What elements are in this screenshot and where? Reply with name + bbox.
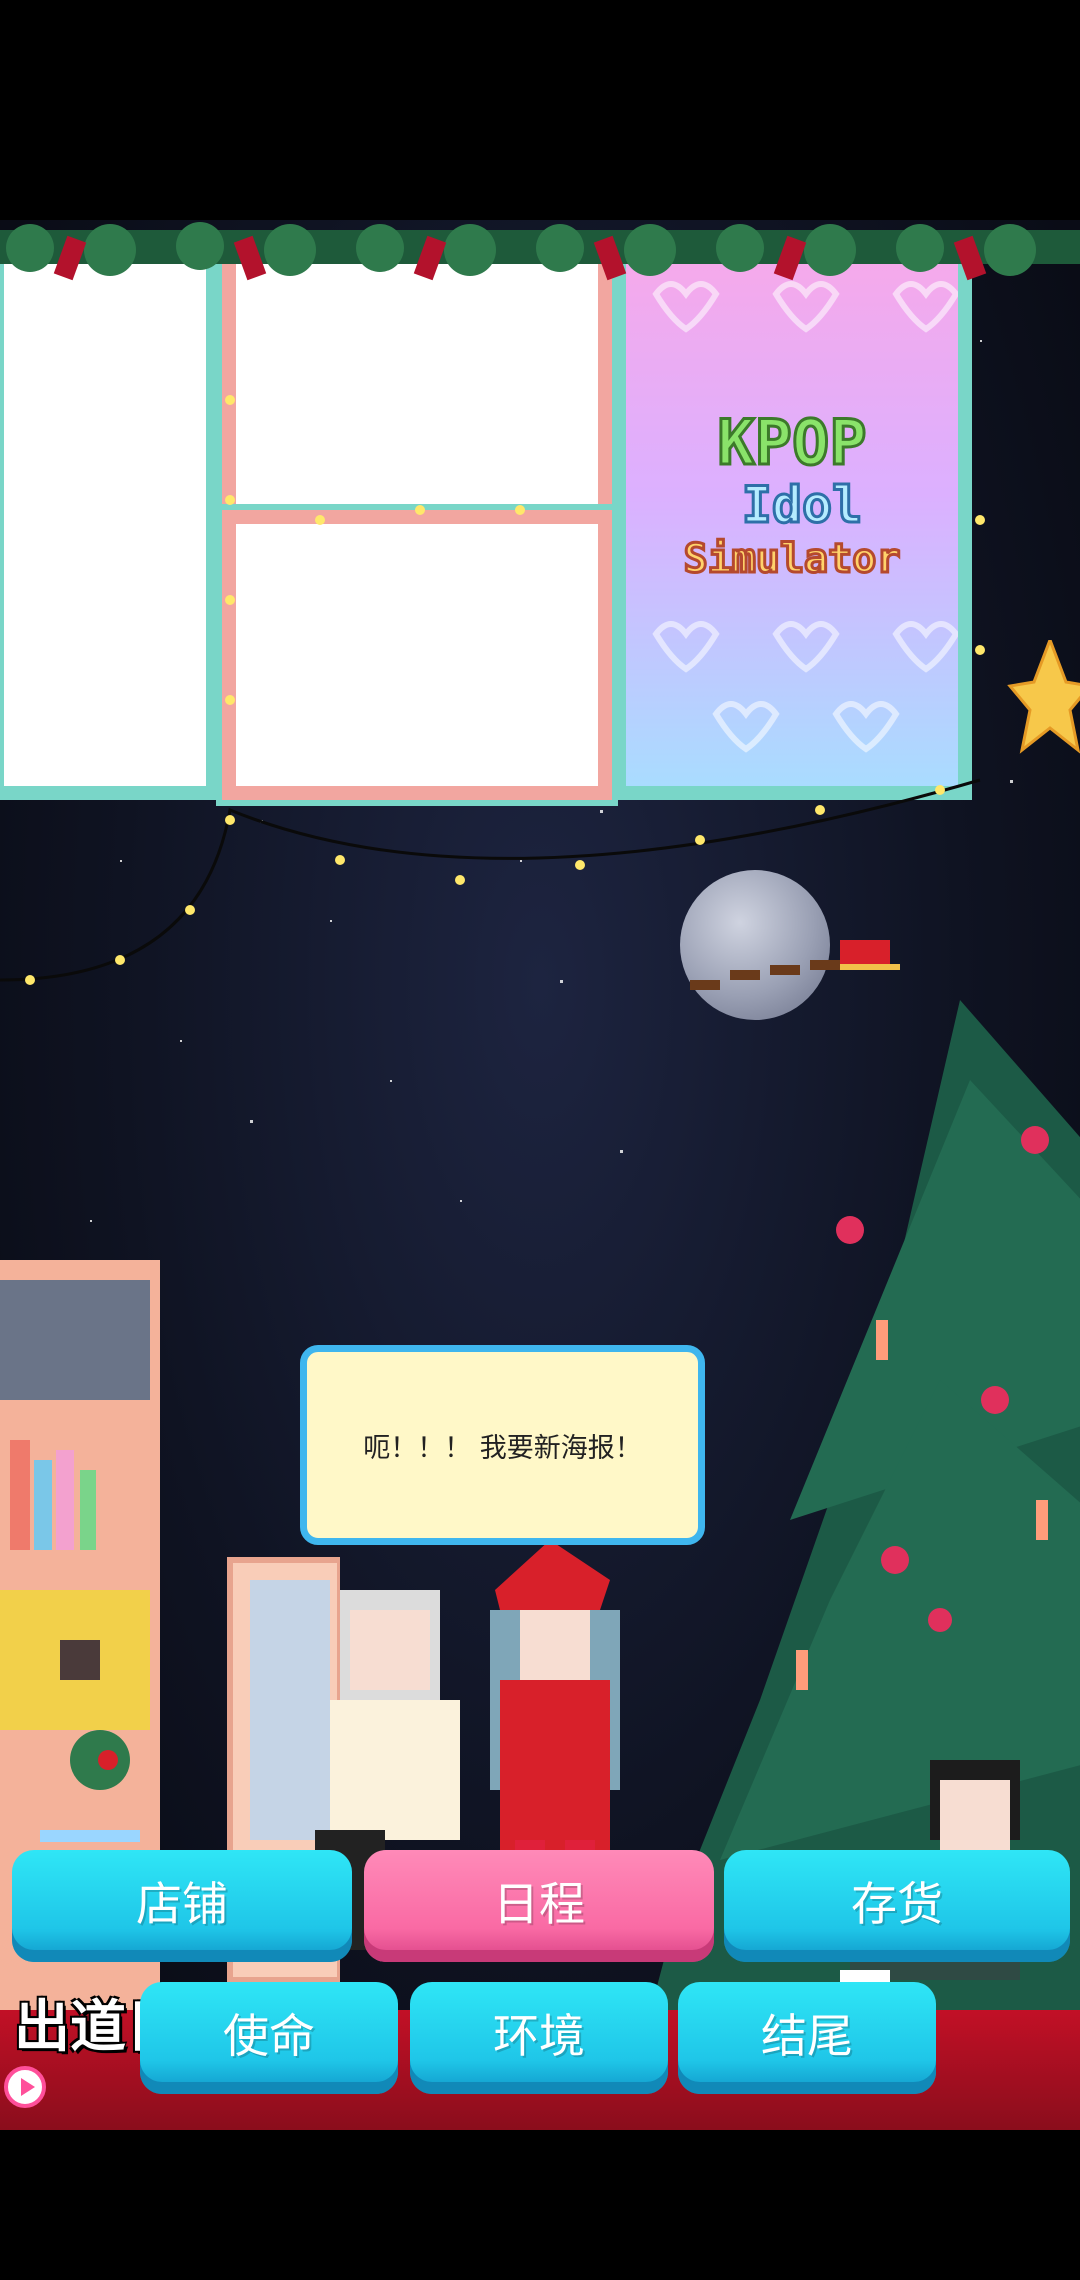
- star-icon: [1007, 640, 1080, 754]
- inventory-button[interactable]: 存货: [724, 1850, 1070, 1962]
- game-screen: KPOP Idol Simulator 呃！！！ 我要新海报！ 出道日 店铺 日…: [0, 0, 1080, 2280]
- santa-sleigh-icon: [690, 940, 900, 990]
- schedule-button-label: 日程: [493, 1877, 585, 1931]
- mission-button[interactable]: 使命: [140, 1982, 398, 2094]
- play-icon[interactable]: [4, 2066, 46, 2108]
- speech-bubble: 呃！！！ 我要新海报！: [300, 1345, 705, 1545]
- shop-button[interactable]: 店铺: [12, 1850, 352, 1962]
- inventory-button-label: 存货: [851, 1877, 943, 1931]
- schedule-button[interactable]: 日程: [364, 1850, 714, 1962]
- mission-button-label: 使命: [223, 2009, 315, 2063]
- speech-text: 呃！！！ 我要新海报！: [363, 1432, 642, 1464]
- environment-button[interactable]: 环境: [410, 1982, 668, 2094]
- bottom-letterbox: [0, 2130, 1080, 2280]
- shop-button-label: 店铺: [136, 1877, 228, 1931]
- christmas-room-scene: KPOP Idol Simulator 呃！！！ 我要新海报！ 出道日 店铺 日…: [0, 220, 1080, 2130]
- ending-button[interactable]: 结尾: [678, 1982, 936, 2094]
- ending-button-label: 结尾: [761, 2009, 853, 2063]
- environment-button-label: 环境: [493, 2009, 585, 2063]
